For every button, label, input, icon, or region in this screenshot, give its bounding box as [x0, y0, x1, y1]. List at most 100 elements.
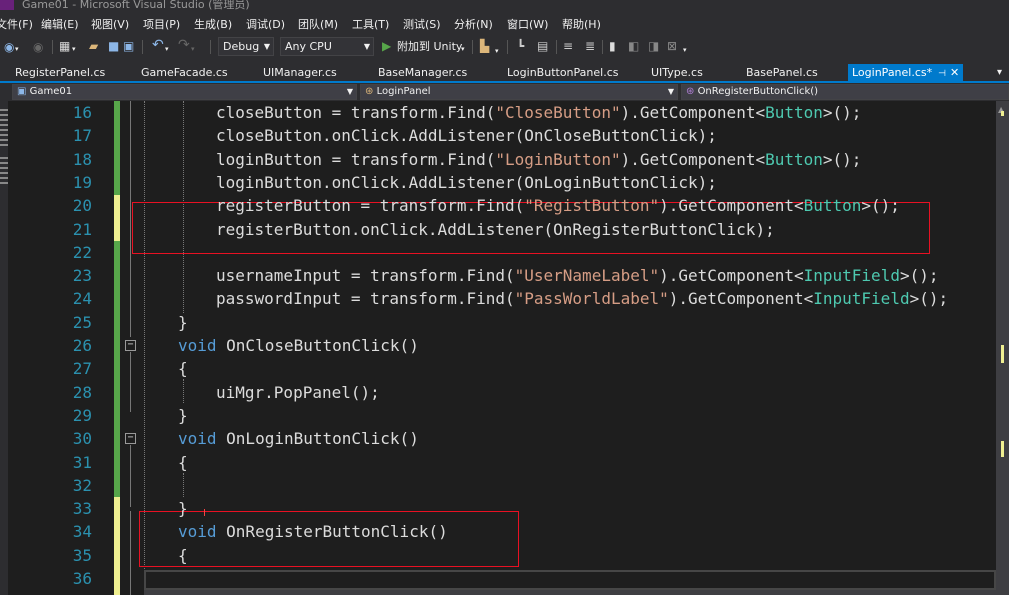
- attach-dropdown-icon[interactable]: ▾: [461, 42, 465, 56]
- tab-registerpanel[interactable]: RegisterPanel.cs: [15, 64, 105, 81]
- pin-icon[interactable]: ⊣: [938, 69, 946, 79]
- open-folder-icon[interactable]: ▰: [89, 39, 98, 53]
- solution-platform-select[interactable]: Any CPU ▼: [280, 37, 374, 56]
- tab-gamefacade[interactable]: GameFacade.cs: [141, 64, 228, 81]
- toolbar-separator: [210, 40, 211, 54]
- format-icon[interactable]: ▤: [537, 39, 548, 53]
- uncomment-icon[interactable]: ≣: [585, 39, 595, 53]
- code-editor[interactable]: − − I 16 closeButton = transform.Find("Cl…: [8, 101, 996, 595]
- code-token: {: [178, 359, 188, 379]
- horizontal-scrollbar[interactable]: [144, 590, 996, 595]
- next-bookmark-icon[interactable]: ◨: [648, 39, 659, 53]
- collapse-icon[interactable]: −: [125, 433, 136, 444]
- save-all-icon[interactable]: ▣: [123, 39, 134, 53]
- unsaved-changes-bar: [114, 195, 120, 241]
- line-number: 26: [72, 336, 92, 355]
- new-project-icon[interactable]: ▦: [59, 39, 70, 53]
- code-line[interactable]: closeButton = transform.Find("CloseButto…: [216, 103, 861, 123]
- toolbar-options-icon[interactable]: ▾: [683, 43, 687, 57]
- redo-icon[interactable]: ↷: [178, 38, 190, 52]
- code-line[interactable]: loginButton.onClick.AddListener(OnLoginB…: [216, 173, 717, 193]
- toolbox-icon[interactable]: [0, 157, 8, 185]
- class-select[interactable]: ⊛ LoginPanel ▼: [360, 84, 678, 100]
- code-token: InputField: [803, 266, 900, 286]
- previous-bookmark-icon[interactable]: ◧: [628, 39, 639, 53]
- tab-uimanager[interactable]: UIManager.cs: [263, 64, 337, 81]
- tab-basepanel[interactable]: BasePanel.cs: [746, 64, 818, 81]
- redo-dropdown-icon[interactable]: ▾: [191, 42, 195, 56]
- line-number: 29: [72, 405, 92, 425]
- menu-project[interactable]: 项目(P): [143, 16, 180, 32]
- undo-icon[interactable]: ↶: [152, 38, 164, 52]
- server-explorer-icon[interactable]: [0, 109, 8, 149]
- menu-build[interactable]: 生成(B): [194, 16, 232, 32]
- undo-dropdown-icon[interactable]: ▾: [165, 42, 169, 56]
- menu-file[interactable]: 文件(F): [0, 16, 33, 32]
- project-select-value: Game01: [29, 86, 73, 97]
- code-line[interactable]: void OnCloseButtonClick(): [178, 336, 419, 356]
- code-token: void: [178, 336, 217, 355]
- class-select-value: LoginPanel: [376, 86, 431, 97]
- tab-loginbuttonpanel[interactable]: LoginButtonPanel.cs: [507, 64, 618, 81]
- tab-loginpanel[interactable]: LoginPanel.cs* ⊣ ✕: [848, 64, 964, 81]
- comment-icon[interactable]: ≡: [563, 39, 573, 53]
- menu-edit[interactable]: 编辑(E): [41, 16, 79, 32]
- attach-to-unity-button[interactable]: 附加到 Unity: [397, 40, 462, 54]
- back-icon[interactable]: ◉: [4, 40, 14, 54]
- menu-analyze[interactable]: 分析(N): [454, 16, 493, 32]
- project-select[interactable]: ▣ Game01 ▼: [12, 84, 357, 100]
- solution-configuration-select[interactable]: Debug ▼: [218, 37, 274, 56]
- line-number: 19: [72, 172, 92, 192]
- close-tab-icon[interactable]: ✕: [950, 66, 959, 79]
- code-line[interactable]: registerButton = transform.Find("RegistB…: [216, 196, 900, 216]
- code-token: ).GetComponent<: [668, 289, 814, 309]
- code-line[interactable]: void OnRegisterButtonClick(): [178, 522, 448, 542]
- code-line[interactable]: void OnLoginButtonClick(): [178, 429, 419, 449]
- forward-icon[interactable]: ◉: [33, 40, 43, 54]
- menu-tools[interactable]: 工具(T): [352, 16, 389, 32]
- menu-view[interactable]: 视图(V): [91, 16, 129, 32]
- line-number: 22: [72, 242, 92, 262]
- step-icon[interactable]: ┗: [517, 39, 524, 53]
- menu-debug[interactable]: 调试(D): [246, 16, 285, 32]
- code-line[interactable]: closeButton.onClick.AddListener(OnCloseB…: [216, 126, 717, 146]
- code-line[interactable]: }: [178, 313, 188, 333]
- code-line[interactable]: uiMgr.PopPanel();: [216, 383, 380, 403]
- code-line[interactable]: passwordInput = transform.Find("PassWorl…: [216, 289, 948, 309]
- code-line[interactable]: {: [178, 359, 188, 379]
- play-icon[interactable]: ▶: [382, 39, 391, 53]
- code-line[interactable]: loginButton = transform.Find("LoginButto…: [216, 150, 861, 170]
- member-select[interactable]: ⊛ OnRegisterButtonClick(): [681, 84, 1009, 100]
- bookmark-icon[interactable]: ▮: [609, 39, 616, 53]
- code-line[interactable]: {: [178, 546, 188, 566]
- find-dropdown-icon[interactable]: ▾: [495, 44, 499, 58]
- tab-basemanager[interactable]: BaseManager.cs: [378, 64, 467, 81]
- code-token: }: [178, 312, 188, 332]
- save-icon[interactable]: ■: [108, 39, 119, 53]
- code-line[interactable]: usernameInput = transform.Find("UserName…: [216, 266, 938, 286]
- line-number: 23: [72, 266, 92, 286]
- menu-test[interactable]: 测试(S): [403, 16, 441, 32]
- find-in-files-icon[interactable]: ▙: [480, 39, 489, 53]
- code-line[interactable]: }: [178, 499, 188, 519]
- menu-window[interactable]: 窗口(W): [507, 16, 548, 32]
- code-token: {: [178, 452, 188, 472]
- code-line[interactable]: }: [178, 406, 188, 426]
- collapse-icon[interactable]: −: [125, 340, 136, 351]
- menu-help[interactable]: 帮助(H): [562, 16, 601, 32]
- code-line[interactable]: {: [178, 453, 188, 473]
- chevron-down-icon: ▼: [363, 42, 370, 51]
- vertical-scrollbar[interactable]: ▲: [996, 101, 1009, 595]
- tab-uitype[interactable]: UIType.cs: [651, 64, 703, 81]
- tab-overflow-icon[interactable]: ▾: [997, 64, 1002, 81]
- back-dropdown-icon[interactable]: ▾: [15, 42, 19, 56]
- clear-bookmarks-icon[interactable]: ⊠: [667, 39, 677, 53]
- new-dropdown-icon[interactable]: ▾: [72, 42, 76, 56]
- title-bar: Game01 - Microsoft Visual Studio (管理员): [0, 0, 1009, 12]
- code-token: closeButton = transform.Find(: [216, 103, 496, 122]
- toolbar-separator: [472, 40, 473, 54]
- code-line[interactable]: registerButton.onClick.AddListener(OnReg…: [216, 220, 775, 240]
- menu-team[interactable]: 团队(M): [298, 16, 338, 32]
- current-line-highlight: [144, 570, 996, 590]
- code-token: loginButton.onClick.AddListener(OnLoginB…: [216, 172, 717, 192]
